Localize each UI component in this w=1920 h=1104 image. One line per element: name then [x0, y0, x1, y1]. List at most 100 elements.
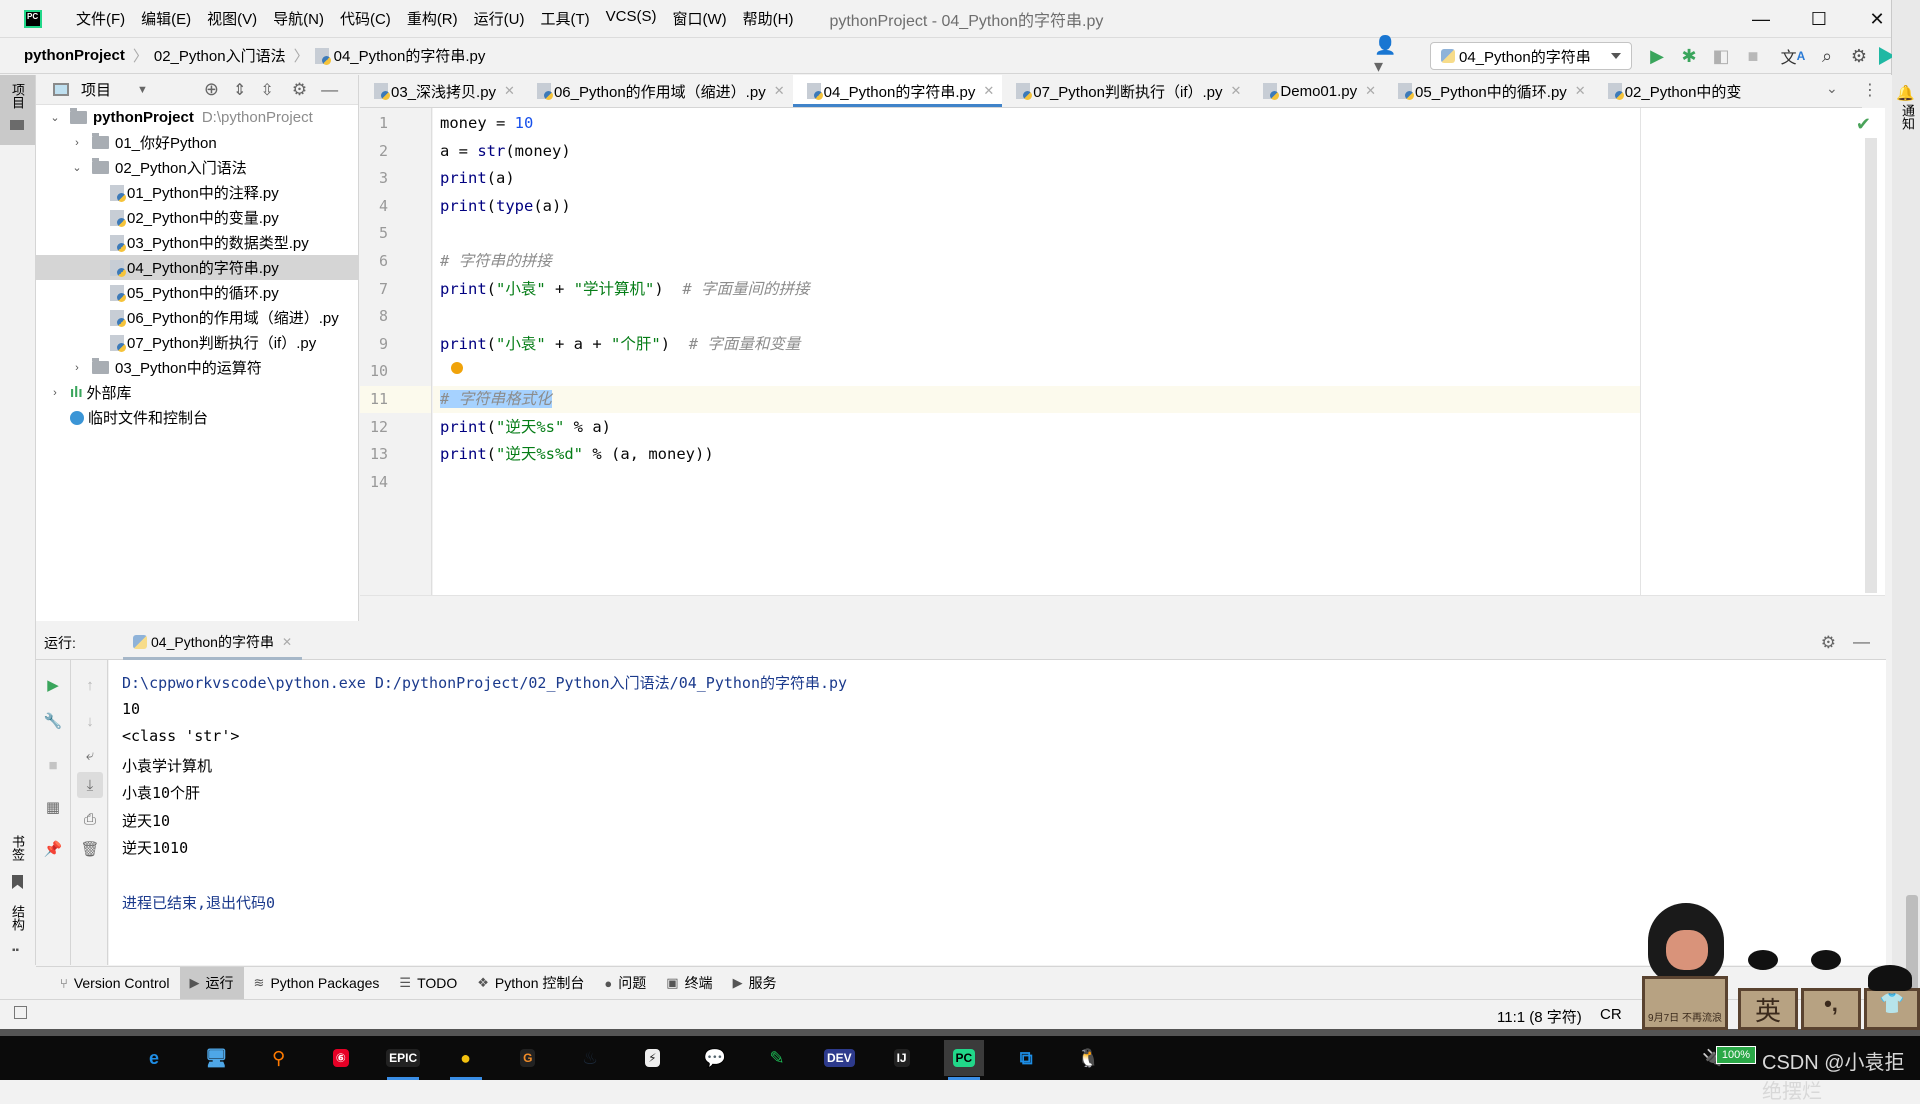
menu-item[interactable]: 重构(R) — [399, 8, 466, 29]
taskbar-app--[interactable]: ⚡ — [632, 1040, 672, 1076]
editor-tab[interactable]: 03_深浅拷贝.py ✕ — [360, 75, 523, 107]
settings-icon[interactable]: ⚙ — [292, 80, 307, 100]
close-tab-icon[interactable]: ✕ — [504, 83, 515, 99]
run-configuration-select[interactable]: 04_Python的字符串 — [1430, 42, 1632, 70]
chevron-right-icon[interactable]: › — [50, 387, 60, 399]
tree-item[interactable]: › 01_你好Python — [36, 130, 359, 155]
tree-item[interactable]: 03_Python中的数据类型.py — [36, 230, 359, 255]
menu-item[interactable]: 窗口(W) — [664, 8, 734, 29]
inspection-ok-icon[interactable]: ✔ — [1856, 114, 1871, 135]
breadcrumb-file[interactable]: 04_Python的字符串.py — [334, 45, 486, 66]
taskbar-app-qq[interactable]: 🐧 — [1069, 1040, 1109, 1076]
toggle-toolwindows-icon[interactable] — [14, 1006, 27, 1019]
menu-item[interactable]: 帮助(H) — [735, 8, 802, 29]
tool-window-button[interactable]: ≋ Python Packages — [244, 967, 390, 1000]
debug-icon[interactable]: ✱ — [1677, 44, 1701, 68]
stop-icon[interactable]: ■ — [1741, 44, 1765, 68]
close-tab-icon[interactable]: ✕ — [774, 83, 785, 99]
project-tool-button[interactable]: 项目 — [0, 75, 35, 145]
taskbar-app--[interactable]: 🖥 — [196, 1040, 236, 1076]
code-line[interactable]: # 字符串格式化 — [440, 386, 552, 413]
tabs-dropdown-icon[interactable]: ⌄ — [1826, 80, 1838, 97]
collapse-all-icon[interactable]: ⇳ — [260, 80, 273, 100]
tree-item[interactable]: › 03_Python中的运算符 — [36, 355, 359, 380]
close-tab-icon[interactable]: ✕ — [1231, 83, 1242, 99]
chevron-down-icon[interactable]: ⌄ — [50, 111, 60, 124]
menu-item[interactable]: 运行(U) — [466, 8, 533, 29]
close-tab-icon[interactable]: ✕ — [983, 83, 994, 99]
run-tab[interactable]: 04_Python的字符串 ✕ — [123, 626, 303, 660]
layout-icon[interactable]: ▦ — [42, 796, 64, 818]
taskbar-app-epic-games[interactable]: EPIC — [383, 1040, 423, 1080]
tool-window-button[interactable]: ● 问题 — [594, 967, 656, 1000]
scroll-to-end-icon[interactable]: ⤓ — [77, 772, 103, 798]
line-separator[interactable]: CR — [1600, 1006, 1622, 1023]
run-icon[interactable]: ▶ — [1645, 44, 1669, 68]
close-tab-icon[interactable]: ✕ — [282, 635, 292, 649]
editor-tab[interactable]: 02_Python中的变 — [1594, 75, 1750, 107]
more-icon[interactable]: ⋮ — [1862, 80, 1878, 100]
wrench-icon[interactable]: 🔧 — [42, 710, 64, 732]
menu-item[interactable]: 视图(V) — [199, 8, 265, 29]
taskbar-app-dev-c-[interactable]: DEV — [819, 1040, 859, 1076]
code-line[interactable]: print("小袁" + "学计算机") # 字面量间的拼接 — [440, 276, 810, 303]
ime-language-box[interactable]: 英 — [1738, 988, 1798, 1030]
editor-tab[interactable]: 07_Python判断执行（if）.py ✕ — [1002, 75, 1249, 107]
bell-icon[interactable]: 🔔 — [1896, 84, 1915, 102]
editor-scrollbar[interactable] — [1865, 138, 1877, 593]
bookmarks-tool-button[interactable]: 书签 — [8, 835, 27, 861]
code-line[interactable]: # 字符串的拼接 — [440, 248, 552, 275]
menu-item[interactable]: VCS(S) — [598, 8, 665, 29]
settings-icon[interactable]: ⚙ — [1821, 633, 1836, 653]
tree-item[interactable]: › ılı 外部库 — [36, 380, 359, 405]
hide-icon[interactable]: — — [1853, 632, 1870, 652]
tree-item[interactable]: ⌄ pythonProject D:\pythonProject — [36, 105, 359, 130]
taskbar-app-vs-code[interactable]: ⧉ — [1006, 1040, 1046, 1076]
locate-icon[interactable]: ⊕ — [204, 79, 219, 100]
project-view-label[interactable]: 项目 — [81, 79, 111, 100]
menu-item[interactable]: 编辑(E) — [133, 8, 199, 29]
settings-icon[interactable]: ⚙ — [1847, 44, 1871, 68]
lightbulb-icon[interactable] — [451, 362, 463, 375]
code-line[interactable]: print(type(a)) — [440, 193, 571, 220]
caret-position[interactable]: 11:1 (8 字符) — [1497, 1006, 1582, 1027]
translate-icon[interactable]: 文A — [1781, 44, 1806, 68]
notifications-tool-button[interactable]: 通知 — [1898, 104, 1917, 130]
chevron-right-icon[interactable]: › — [72, 137, 82, 149]
code-line[interactable]: a = str(money) — [440, 138, 571, 165]
ime-punctuation-box[interactable]: •, — [1801, 988, 1861, 1030]
taskbar-app--[interactable]: ⑥ — [321, 1040, 361, 1076]
editor-tab[interactable]: Demo01.py ✕ — [1249, 75, 1384, 107]
taskbar-app-pycharm[interactable]: PC — [943, 1040, 984, 1080]
code-line[interactable]: money = 10 — [440, 110, 533, 137]
tree-item[interactable]: 临时文件和控制台 — [36, 405, 359, 430]
tool-window-button[interactable]: ☰ TODO — [389, 967, 467, 1000]
tool-window-button[interactable]: ▶ 服务 — [723, 967, 787, 1000]
structure-tool-button[interactable]: 结构 — [8, 905, 27, 931]
tree-item[interactable]: 01_Python中的注释.py — [36, 180, 359, 205]
taskbar-app-edge[interactable]: e — [134, 1040, 174, 1076]
taskbar-app-intellij-idea[interactable]: IJ — [882, 1040, 922, 1076]
chevron-right-icon[interactable]: › — [72, 362, 82, 374]
tree-item[interactable]: 04_Python的字符串.py — [36, 255, 359, 280]
taskbar-app--[interactable]: 💬 — [695, 1040, 735, 1076]
soft-wrap-icon[interactable]: ⤶ — [79, 744, 101, 766]
taskbar-app-steam[interactable]: ♨ — [570, 1040, 610, 1076]
menu-item[interactable]: 工具(T) — [532, 8, 597, 29]
taskbar-app-chrome[interactable]: ● — [446, 1040, 486, 1080]
minimize-button[interactable]: — — [1732, 0, 1790, 38]
coverage-icon[interactable]: ◧ — [1709, 44, 1733, 68]
menu-item[interactable]: 文件(F) — [68, 8, 133, 29]
down-arrow-icon[interactable]: ↓ — [79, 710, 101, 732]
breadcrumb-project[interactable]: pythonProject — [24, 47, 125, 64]
up-arrow-icon[interactable]: ↑ — [79, 674, 101, 696]
hide-icon[interactable]: — — [321, 80, 338, 100]
maximize-button[interactable]: ☐ — [1790, 0, 1848, 38]
tree-item[interactable]: 02_Python中的变量.py — [36, 205, 359, 230]
menu-item[interactable]: 代码(C) — [332, 8, 399, 29]
ime-skin-box[interactable]: 👕 — [1864, 988, 1920, 1030]
editor-tab[interactable]: 06_Python的作用域（缩进）.py ✕ — [523, 75, 793, 107]
close-tab-icon[interactable]: ✕ — [1365, 83, 1376, 99]
stop-icon[interactable]: ■ — [42, 754, 64, 776]
chevron-down-icon[interactable]: ▼ — [137, 84, 148, 96]
